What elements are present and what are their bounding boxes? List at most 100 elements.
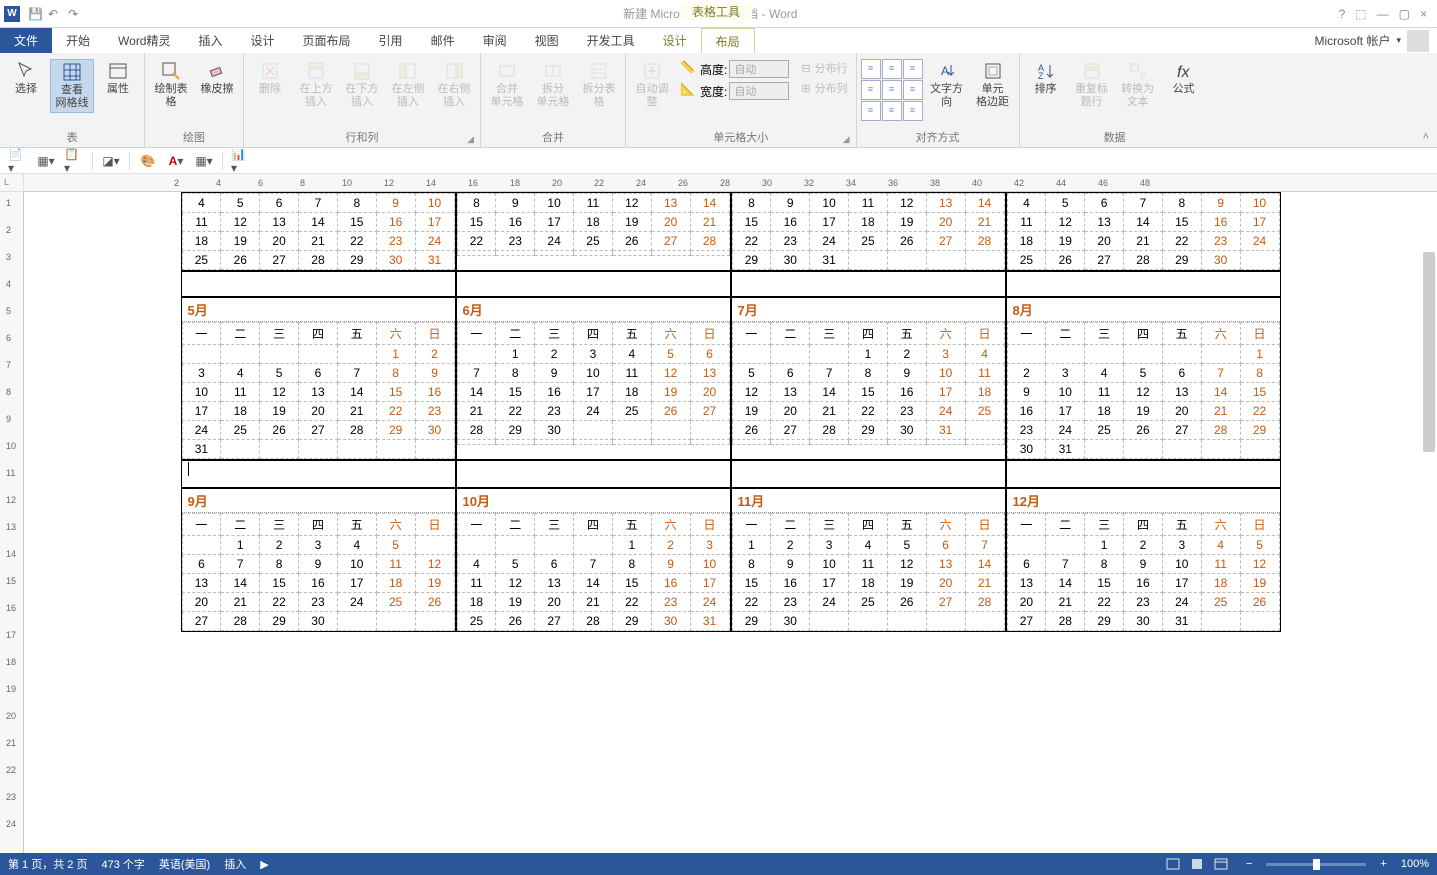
- horizontal-ruler[interactable]: 2468101214161820222426283032343638404244…: [24, 174, 1437, 192]
- split-table-button[interactable]: 拆分表格: [577, 59, 621, 111]
- align-mc[interactable]: ≡: [882, 80, 902, 100]
- qat-redo-icon[interactable]: ↷: [68, 7, 82, 21]
- tab-main-3[interactable]: 设计: [237, 28, 289, 53]
- close-icon[interactable]: ×: [1420, 7, 1427, 21]
- clipboard-icon[interactable]: 📋▾: [64, 151, 84, 171]
- collapse-ribbon-icon[interactable]: ˄: [1423, 131, 1429, 143]
- align-bl[interactable]: ≡: [861, 101, 881, 121]
- grid-icon[interactable]: ▦▾: [194, 151, 214, 171]
- vertical-scrollbar[interactable]: [1423, 252, 1435, 452]
- ribbon-display-icon[interactable]: ⬚: [1355, 7, 1366, 21]
- align-mr[interactable]: ≡: [903, 80, 923, 100]
- tab-file[interactable]: 文件: [0, 28, 52, 53]
- palette-icon[interactable]: 🎨: [138, 151, 158, 171]
- tab-main-6[interactable]: 邮件: [417, 28, 469, 53]
- properties-button[interactable]: 属性: [96, 59, 140, 98]
- view-print-icon[interactable]: [1186, 856, 1208, 872]
- font-color-icon[interactable]: A▾: [166, 151, 186, 171]
- group-label-cell-size: 单元格大小◢: [630, 129, 852, 147]
- launcher-icon[interactable]: ◢: [467, 134, 474, 145]
- distribute-rows-button[interactable]: ⊟分布行: [797, 59, 851, 77]
- delete-button[interactable]: 删除: [248, 59, 292, 98]
- align-br[interactable]: ≡: [903, 101, 923, 121]
- align-bc[interactable]: ≡: [882, 101, 902, 121]
- view-read-icon[interactable]: [1162, 856, 1184, 872]
- autofit-button[interactable]: 自动调整: [630, 59, 674, 111]
- split-cells-button[interactable]: 拆分 单元格: [531, 59, 575, 111]
- vertical-ruler[interactable]: 123456789101112131415161718192021222324: [0, 192, 24, 853]
- tab-main-2[interactable]: 插入: [185, 28, 237, 53]
- distribute-cols-button[interactable]: ⊞分布列: [797, 79, 851, 97]
- formula-button[interactable]: fx 公式: [1162, 59, 1206, 98]
- shape-icon[interactable]: ◪▾: [101, 151, 121, 171]
- help-icon[interactable]: ?: [1339, 7, 1346, 21]
- document-area[interactable]: 4567891011121314151617181920212223242526…: [24, 192, 1437, 853]
- group-label-alignment: 对齐方式: [861, 129, 1015, 147]
- align-tc[interactable]: ≡: [882, 59, 902, 79]
- draw-table-button[interactable]: 绘制表格: [149, 59, 193, 111]
- tab-main-4[interactable]: 页面布局: [289, 28, 365, 53]
- sort-button[interactable]: AZ 排序: [1024, 59, 1068, 98]
- tab-main-9[interactable]: 开发工具: [573, 28, 649, 53]
- align-ml[interactable]: ≡: [861, 80, 881, 100]
- tab-main-5[interactable]: 引用: [365, 28, 417, 53]
- group-data: AZ 排序 重复标题行 转换为文本 fx 公式 数据: [1020, 53, 1210, 147]
- view-gridlines-button[interactable]: 查看 网格线: [50, 59, 94, 113]
- status-bar: 第 1 页，共 2 页 473 个字 英语(美国) 插入 ▶ − + 100%: [0, 853, 1437, 875]
- width-label: 宽度:: [700, 83, 727, 100]
- zoom-in-button[interactable]: +: [1380, 858, 1386, 870]
- tab-table-design[interactable]: 设计: [649, 28, 701, 53]
- group-label-rows-cols: 行和列◢: [248, 129, 476, 147]
- tab-main-1[interactable]: Word精灵: [104, 28, 184, 53]
- group-rows-cols: 删除 在上方插入 在下方插入 在左侧插入 在右侧插入 行和列◢: [244, 53, 481, 147]
- insert-left-button[interactable]: 在左侧插入: [386, 59, 430, 111]
- tab-table-layout[interactable]: 布局: [701, 28, 755, 54]
- status-word-count[interactable]: 473 个字: [101, 856, 144, 872]
- zoom-out-button[interactable]: −: [1246, 858, 1252, 870]
- insert-above-button[interactable]: 在上方插入: [294, 59, 338, 111]
- group-merge: 合并 单元格 拆分 单元格 拆分表格 合并: [481, 53, 626, 147]
- group-draw: 绘制表格 橡皮擦 绘图: [145, 53, 244, 147]
- insert-right-button[interactable]: 在右侧插入: [432, 59, 476, 111]
- contextual-tab-label: 表格工具: [680, 3, 752, 20]
- zoom-value[interactable]: 100%: [1401, 858, 1429, 870]
- qat-undo-icon[interactable]: ↶: [48, 7, 62, 21]
- height-input[interactable]: [729, 60, 789, 78]
- newdoc-icon[interactable]: 📄▾: [8, 151, 28, 171]
- window-controls: ? ⬚ — ▢ ×: [1339, 7, 1433, 21]
- tab-main-7[interactable]: 审阅: [469, 28, 521, 53]
- status-macro-icon[interactable]: ▶: [260, 858, 268, 871]
- zoom-slider[interactable]: [1266, 863, 1366, 866]
- svg-text:fx: fx: [1177, 64, 1190, 81]
- convert-to-text-button[interactable]: 转换为文本: [1116, 59, 1160, 111]
- tab-main-0[interactable]: 开始: [52, 28, 104, 53]
- svg-text:Z: Z: [1038, 71, 1044, 81]
- status-page[interactable]: 第 1 页，共 2 页: [8, 856, 87, 872]
- insert-icon[interactable]: 📊▾: [231, 151, 251, 171]
- tab-main-8[interactable]: 视图: [521, 28, 573, 53]
- status-language[interactable]: 英语(美国): [159, 856, 210, 872]
- qat-save-icon[interactable]: 💾: [28, 7, 42, 21]
- minimize-icon[interactable]: —: [1377, 7, 1389, 21]
- cell-margins-button[interactable]: 单元 格边距: [971, 59, 1015, 111]
- repeat-header-button[interactable]: 重复标题行: [1070, 59, 1114, 111]
- eraser-button[interactable]: 橡皮擦: [195, 59, 239, 98]
- text-direction-button[interactable]: A 文字方向: [925, 59, 969, 111]
- launcher-icon[interactable]: ◢: [843, 134, 850, 145]
- view-web-icon[interactable]: [1210, 856, 1232, 872]
- height-label: 高度:: [700, 61, 727, 78]
- divider: [222, 152, 223, 170]
- select-button[interactable]: 选择: [4, 59, 48, 98]
- table-icon[interactable]: ▦▾: [36, 151, 56, 171]
- merge-cells-button[interactable]: 合并 单元格: [485, 59, 529, 111]
- status-insert-mode[interactable]: 插入: [224, 856, 246, 872]
- width-input[interactable]: [729, 82, 789, 100]
- align-tr[interactable]: ≡: [903, 59, 923, 79]
- insert-below-button[interactable]: 在下方插入: [340, 59, 384, 111]
- group-table: 选择 查看 网格线 属性 表: [0, 53, 145, 147]
- maximize-icon[interactable]: ▢: [1399, 7, 1410, 21]
- divider: [129, 152, 130, 170]
- account-area[interactable]: Microsoft 帐户 ▾: [1314, 30, 1437, 52]
- text-cursor: [188, 462, 189, 476]
- align-tl[interactable]: ≡: [861, 59, 881, 79]
